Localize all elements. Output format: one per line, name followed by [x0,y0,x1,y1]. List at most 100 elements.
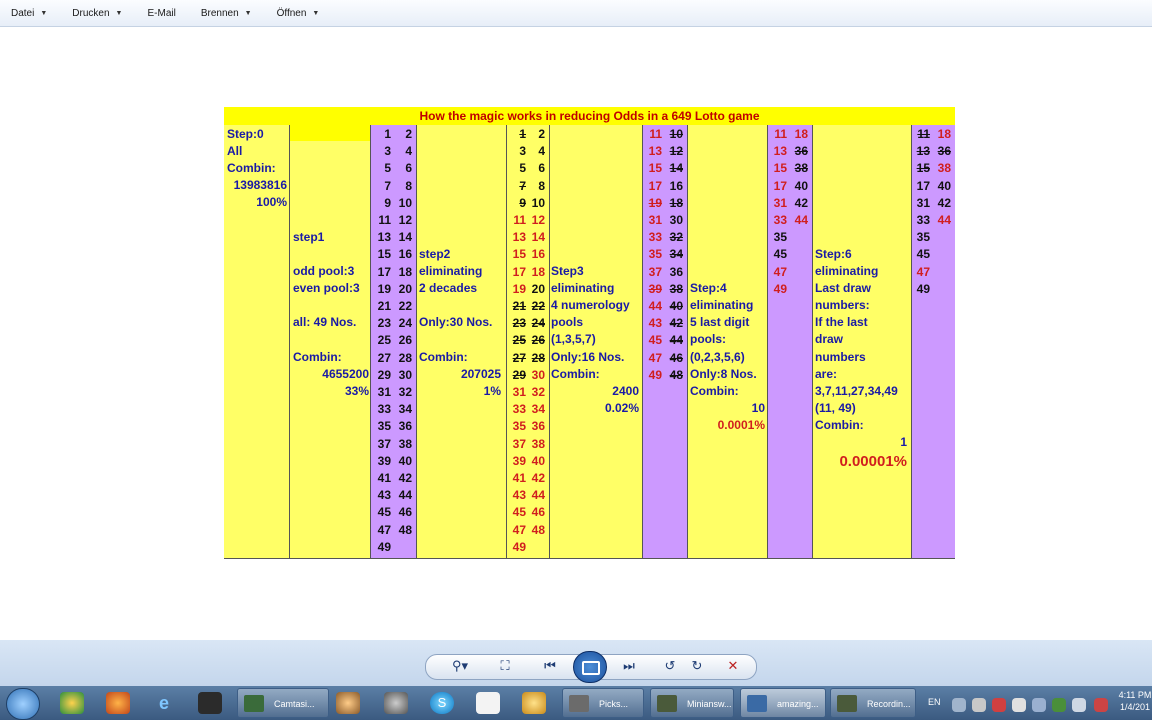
tray-icon[interactable] [1052,698,1066,712]
tray-icon[interactable] [1012,698,1026,712]
lotto-number: 33 [512,402,526,417]
lotto-number: 15 [916,161,930,176]
taskbar-button-camtasia[interactable]: Camtasi... [237,688,329,718]
camtasia-icon [837,695,857,712]
chrome-icon[interactable] [60,692,84,714]
lotto-number: 49 [512,539,526,554]
lotto-number: 44 [669,333,683,348]
menu-label: Öffnen [276,7,307,19]
tray-icon[interactable] [972,698,986,712]
menu-drucken[interactable]: Drucken ▼ [61,0,122,26]
lotto-number: 43 [377,488,391,503]
lotto-number: 18 [531,264,545,279]
step1-label: step1 [293,230,325,244]
lotto-number: 27 [512,350,526,365]
folder-icon[interactable] [476,692,500,714]
menu-label: Drucken [72,7,110,19]
lotto-number: 32 [531,385,545,399]
divider [370,125,371,559]
media-icon[interactable] [198,692,222,714]
lotto-number: 11 [917,127,930,141]
divider [812,125,813,559]
menu-e-mail[interactable]: E-Mail [136,0,175,26]
lotto-number: 31 [648,213,662,227]
delete-icon[interactable]: ✕ [722,657,744,675]
fit-to-window-icon[interactable]: ⛶ [494,657,516,675]
dropdown-arrow-icon: ▼ [115,9,123,17]
lotto-number: 15 [773,161,787,176]
taskbar-button-amazing[interactable]: amazing... [740,688,826,718]
lotto-number: 13 [916,144,930,159]
lotto-number: 44 [398,488,412,503]
step3-line: eliminating [551,281,615,295]
lotto-number: 31 [377,385,391,399]
start-button[interactable] [6,688,40,720]
clock[interactable]: 4:11 PM 1/4/201 [1118,689,1152,723]
lotto-number: 1 [384,127,391,141]
lotto-number: 37 [648,264,662,279]
step6-line: Last draw [815,281,872,295]
divider [506,125,507,559]
lotto-number: 41 [377,471,391,485]
network-icon[interactable] [1032,698,1046,712]
app-icon[interactable] [336,692,360,714]
lotto-number: 39 [512,453,526,468]
lotto-number: 17 [512,264,526,279]
lotto-number: 8 [405,178,412,193]
lotto-number: 11 [649,127,662,141]
step4-line: Only:8 Nos. [690,367,757,381]
taskbar-label: Picks... [599,699,629,709]
step0-line: Step:0 [227,127,264,141]
taskbar-label: Camtasi... [274,699,315,709]
tray-icon[interactable] [952,698,966,712]
next-icon[interactable]: ⏭ [616,657,642,675]
lotto-number: 36 [398,419,412,434]
language-indicator[interactable]: EN [928,697,941,711]
lotto-number: 13 [773,144,787,159]
lotto-number: 32 [669,230,683,245]
headphones-icon[interactable] [522,692,546,714]
tray-icon[interactable] [992,698,1006,712]
dropdown-arrow-icon: ▼ [312,9,320,17]
lotto-number: 48 [531,522,545,537]
lotto-number: 49 [916,281,930,296]
lotto-number: 36 [937,144,951,159]
volume-icon[interactable] [1072,698,1086,712]
taskbar-button-recording[interactable]: Recordin... [830,688,916,718]
tray-icon[interactable] [1094,698,1108,712]
app-icon[interactable] [384,692,408,714]
lotto-number: 43 [648,316,662,331]
lotto-number: 36 [794,144,808,159]
zoom-icon[interactable]: ⚲▾ [446,657,474,675]
taskbar-button-picks[interactable]: Picks... [562,688,644,718]
menu--ffnen[interactable]: Öffnen ▼ [266,0,320,26]
firefox-icon[interactable] [106,692,130,714]
step1-header-fill [290,125,370,141]
step3-line: Step3 [551,264,584,278]
divider [224,558,955,559]
lotto-number: 34 [531,402,545,417]
lotto-number: 32 [398,385,412,399]
lotto-number: 35 [916,230,930,245]
lotto-number: 14 [531,230,545,245]
lotto-number: 36 [531,419,545,434]
lotto-number: 18 [398,264,412,279]
slideshow-button[interactable] [573,651,607,683]
taskbar-button-miniansw[interactable]: Miniansw... [650,688,734,718]
step0-pct: 100% [256,195,287,209]
menu-datei[interactable]: Datei ▼ [0,0,47,26]
lotto-number: 20 [398,281,412,296]
photo-viewer-icon [747,695,767,712]
skype-icon[interactable]: S [430,692,454,714]
internet-explorer-icon[interactable]: e [152,692,176,714]
lotto-number: 35 [377,419,391,434]
lotto-number: 44 [648,299,662,313]
previous-icon[interactable]: ⏮ [537,657,563,675]
lotto-number: 38 [398,436,412,451]
step3-line: Only:16 Nos. [551,350,625,364]
lotto-number: 13 [648,144,662,159]
lotto-number: 13 [512,230,526,245]
rotate-right-icon[interactable]: ↻ [686,657,708,675]
rotate-left-icon[interactable]: ↺ [659,657,681,675]
menu-brennen[interactable]: Brennen ▼ [190,0,252,26]
